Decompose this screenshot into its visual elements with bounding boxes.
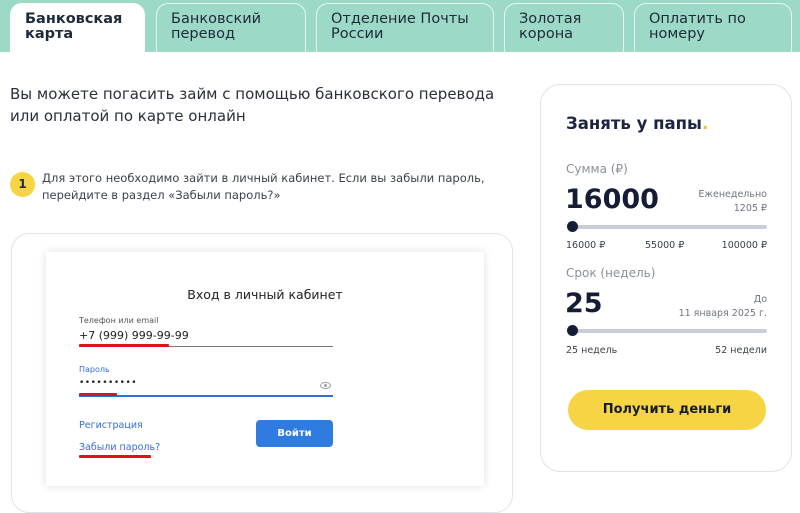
term-value: 25 (565, 288, 603, 319)
title-accent-dot: . (701, 114, 709, 133)
tab-label-line2: России (331, 26, 384, 42)
tab-pay-by-number[interactable]: Оплатить по номеру (634, 3, 792, 52)
tab-russian-post[interactable]: Отделение Почты России (316, 3, 494, 52)
login-card-illustration: Вход в личный кабинет Телефон или email … (46, 252, 484, 486)
weekly-payment-caption: Еженедельно (698, 189, 767, 200)
tab-bank-transfer[interactable]: Банковский перевод (156, 3, 306, 52)
amount-label: Сумма (₽) (566, 162, 628, 176)
step-number-badge: 1 (10, 172, 35, 197)
password-highlight-mark (79, 393, 117, 396)
tab-label-line1: Банковская (25, 11, 123, 27)
phone-field-label: Телефон или email (79, 316, 159, 325)
payment-method-tabs: Банковская карта Банковский перевод Отде… (0, 0, 800, 52)
tab-golden-crown[interactable]: Золотая корона (504, 3, 624, 52)
register-link: Регистрация (79, 420, 143, 431)
calculator-title: Занять у папы. (566, 114, 708, 133)
loan-calculator: Занять у папы. Сумма (₽) 16000 Еженедель… (540, 84, 792, 472)
forgot-password-link: Забыли пароль? (79, 442, 161, 453)
password-field-value: •••••••••• (79, 378, 138, 388)
password-field-label: Пароль (79, 365, 110, 374)
weekly-payment-amount: 1205 ₽ (733, 203, 767, 214)
login-title: Вход в личный кабинет (187, 287, 343, 302)
step-instruction: Для этого необходимо зайти в личный каби… (42, 171, 485, 202)
tab-label-line2: перевод (171, 26, 235, 42)
tab-label-line2: номеру (649, 26, 705, 42)
phone-highlight-mark (79, 344, 169, 347)
weekly-payment-note: Еженедельно 1205 ₽ (698, 188, 767, 216)
tab-label-line1: Оплатить по (649, 11, 746, 27)
login-button-illustration: Войти (256, 420, 333, 447)
forgot-highlight-mark (79, 455, 151, 458)
tab-label-line1: Золотая (519, 11, 582, 27)
get-money-button[interactable]: Получить деньги (568, 390, 766, 430)
term-slider-handle[interactable] (567, 325, 578, 336)
term-slider-track[interactable] (571, 329, 767, 333)
term-end-date: 11 января 2025 г. (678, 308, 767, 319)
tab-label-line1: Отделение Почты (331, 11, 469, 27)
intro-text: Вы можете погасить займ с помощью банков… (10, 85, 495, 125)
amount-max-tick: 100000 ₽ (721, 240, 767, 251)
tab-label-line1: Банковский (171, 11, 262, 27)
amount-min-tick: 16000 ₽ (566, 240, 606, 251)
phone-field-value: +7 (999) 999-99-99 (79, 329, 189, 342)
amount-value: 16000 (565, 184, 659, 215)
tab-label-line2: корона (519, 26, 574, 42)
tab-bank-card[interactable]: Банковская карта (10, 3, 145, 52)
amount-slider-handle[interactable] (567, 221, 578, 232)
term-max-tick: 52 недели (715, 345, 767, 356)
term-label: Срок (недель) (566, 266, 656, 280)
term-end-note: До 11 января 2025 г. (679, 293, 767, 321)
password-field-underline (79, 395, 333, 397)
tab-label-line2: карта (25, 26, 74, 42)
eye-icon (320, 382, 331, 389)
amount-mid-tick: 55000 ₽ (645, 240, 685, 251)
amount-slider-track[interactable] (571, 225, 767, 229)
calculator-title-text: Занять у папы (566, 114, 702, 133)
term-end-caption: До (753, 294, 767, 305)
term-min-tick: 25 недель (566, 345, 618, 356)
